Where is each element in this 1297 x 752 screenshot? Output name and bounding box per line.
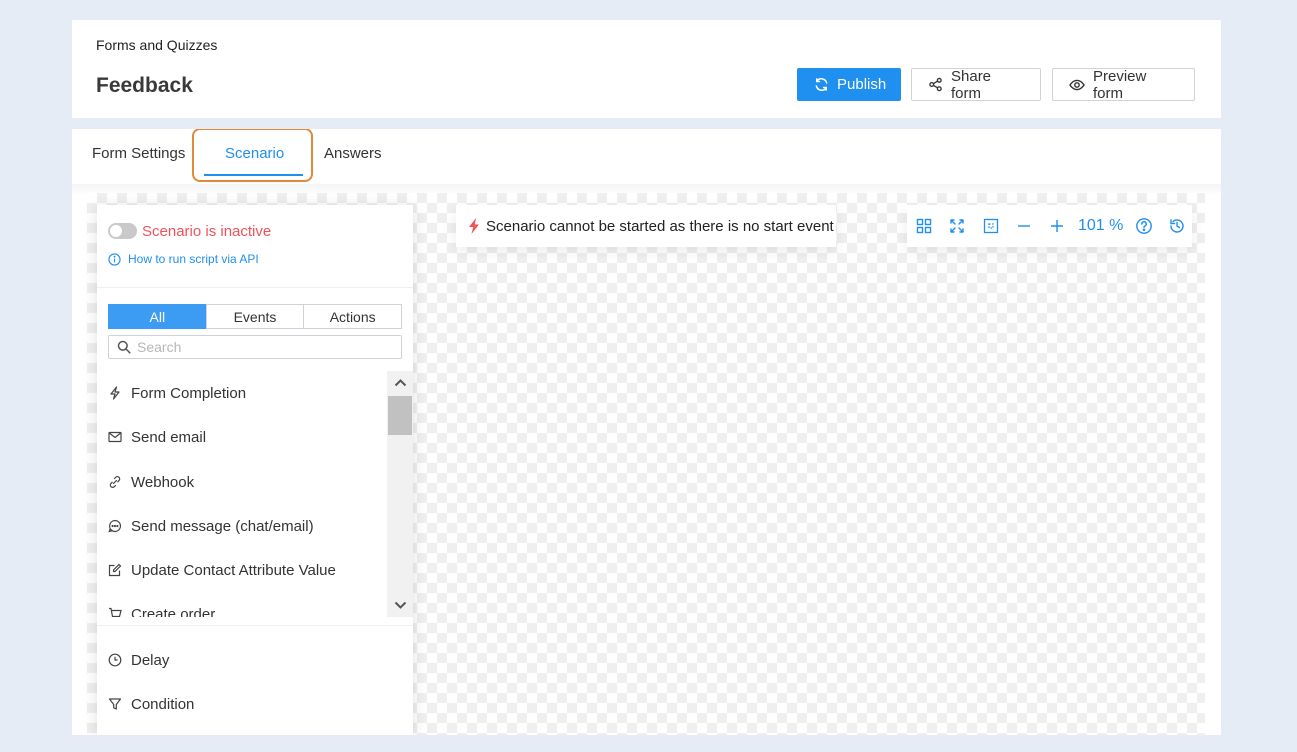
zoom-level: 101 % — [1078, 217, 1124, 234]
fit-to-screen-icon[interactable] — [948, 217, 966, 235]
search-input[interactable] — [137, 339, 387, 355]
divider — [97, 625, 413, 626]
no-start-event-warning: Scenario cannot be started as there is n… — [456, 205, 836, 247]
list-item-label: Webhook — [131, 473, 195, 491]
envelope-icon — [108, 430, 122, 444]
share-icon — [928, 77, 943, 92]
list-item-webhook[interactable]: Webhook — [108, 472, 194, 492]
frame-select-icon[interactable] — [982, 217, 1000, 235]
preview-label: Preview form — [1093, 67, 1147, 102]
list-item-label: Update Contact Attribute Value — [131, 561, 336, 579]
list-item-label: Form Completion — [131, 384, 247, 402]
list-item-label: Send email — [131, 428, 207, 446]
list-item-label: Send message (chat/email) — [131, 517, 314, 535]
scenario-active-toggle[interactable] — [108, 223, 137, 239]
edit-icon — [108, 563, 122, 577]
search-icon — [117, 340, 131, 354]
scroll-thumb[interactable] — [388, 396, 412, 435]
chevron-down-icon — [394, 601, 407, 610]
tab-answers[interactable]: Answers — [324, 145, 382, 162]
filter-events[interactable]: Events — [205, 304, 305, 329]
publish-label: Publish — [837, 76, 887, 93]
api-help-label: How to run script via API — [128, 252, 259, 266]
eye-icon — [1069, 77, 1085, 93]
scroll-up-button[interactable] — [387, 371, 413, 393]
filter-icon — [108, 697, 122, 711]
scenario-editor-card: Form Settings Scenario Answers Scenario … — [72, 129, 1221, 735]
history-icon[interactable] — [1168, 217, 1186, 235]
block-list: Form Completion Send email Webhook Send … — [97, 371, 387, 617]
list-item-send-message[interactable]: Send message (chat/email) — [108, 516, 314, 536]
warning-text: Scenario cannot be started as there is n… — [486, 217, 834, 235]
clock-icon — [108, 653, 122, 667]
preview-form-button[interactable]: Preview form — [1052, 67, 1195, 102]
blocks-panel: Scenario is inactive How to run script v… — [97, 205, 413, 735]
search-box — [108, 335, 402, 359]
list-item-condition[interactable]: Condition — [108, 694, 194, 714]
webhook-icon — [108, 475, 122, 489]
divider — [97, 287, 413, 288]
filter-actions[interactable]: Actions — [303, 304, 403, 329]
zoom-out-icon[interactable] — [1015, 217, 1033, 235]
list-item-send-email[interactable]: Send email — [108, 427, 206, 447]
list-item-label: Create order — [131, 605, 216, 618]
grid-layout-icon[interactable] — [915, 217, 933, 235]
toggle-knob — [110, 225, 122, 237]
chevron-up-icon — [394, 378, 407, 387]
publish-button[interactable]: Publish — [797, 68, 901, 101]
page-header: Forms and Quizzes Feedback Publish Share… — [72, 20, 1221, 118]
lightning-icon — [108, 386, 122, 400]
api-help-link[interactable]: How to run script via API — [108, 252, 259, 266]
list-item-update-contact-attribute[interactable]: Update Contact Attribute Value — [108, 560, 336, 580]
list-item-label: Delay — [131, 651, 170, 669]
scenario-status: Scenario is inactive — [142, 223, 272, 240]
share-form-button[interactable]: Share form — [911, 67, 1041, 102]
breadcrumb[interactable]: Forms and Quizzes — [96, 37, 217, 53]
scroll-down-button[interactable] — [387, 593, 413, 617]
lightning-icon — [468, 218, 480, 234]
chat-bubble-icon — [108, 519, 122, 533]
block-filter: All Events Actions — [108, 304, 403, 329]
list-item-label: Condition — [131, 695, 195, 713]
canvas-toolbar: 101 % — [907, 205, 1192, 247]
tab-form-settings[interactable]: Form Settings — [92, 145, 185, 162]
list-item-create-order[interactable]: Create order — [108, 604, 215, 617]
refresh-icon — [814, 77, 829, 92]
tab-highlight-outline — [192, 129, 313, 182]
help-icon[interactable] — [1135, 217, 1153, 235]
share-label: Share form — [951, 67, 992, 102]
list-scrollbar[interactable] — [387, 371, 413, 617]
info-icon — [108, 252, 121, 266]
list-item-form-completion[interactable]: Form Completion — [108, 383, 246, 403]
list-item-delay[interactable]: Delay — [108, 650, 169, 670]
page-title: Feedback — [96, 74, 193, 97]
zoom-in-icon[interactable] — [1048, 217, 1066, 235]
cart-icon — [108, 607, 122, 617]
filter-all[interactable]: All — [108, 304, 207, 329]
